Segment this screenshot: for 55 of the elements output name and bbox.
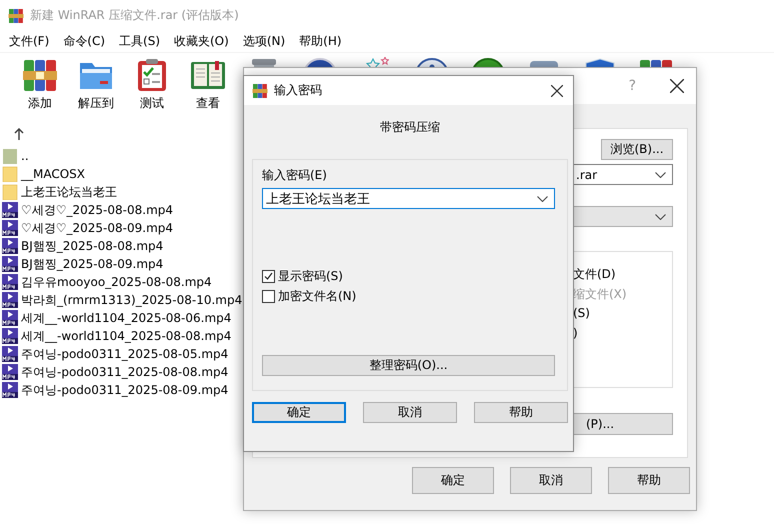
close-icon[interactable] [670,79,684,93]
option-label: 文件(D) [573,266,617,281]
file-name[interactable]: ♡세경♡_2025-08-08.mp4 [21,202,174,218]
menu-item[interactable]: 收藏夹(O) [167,33,236,50]
winrar-icon [8,8,24,24]
menu-item[interactable]: 选项(N) [236,33,292,50]
up-arrow-icon[interactable] [14,128,24,140]
file-name[interactable]: 주여닝-podo0311_2025-08-08.mp4 [21,364,228,380]
file-name[interactable]: BJ햄찡_2025-08-08.mp4 [21,238,164,254]
file-name[interactable]: BJ햄찡_2025-08-09.mp4 [21,256,164,272]
menu-item[interactable]: 工具(S) [112,33,167,50]
file-name[interactable]: ♡세경♡_2025-08-09.mp4 [21,220,174,236]
folder-icon [2,166,18,182]
file-name[interactable]: 上老王论坛当老王 [21,184,117,200]
file-name[interactable]: 주여닝-podo0311_2025-08-05.mp4 [21,346,228,362]
dialog-button[interactable]: 帮助 [474,402,568,423]
dialog-button[interactable]: 确定 [412,467,494,494]
checkbox[interactable] [262,270,275,283]
option-label: ) [573,326,579,341]
file-name[interactable]: __MACOSX [21,167,86,181]
toolbar-button[interactable]: 添加 [16,57,64,112]
file-name[interactable]: 박라희_(rmrm1313)_2025-08-10.mp4 [21,292,242,308]
menu-item[interactable]: 文件(F) [2,33,56,50]
checkbox[interactable] [262,290,275,303]
archive-name-combo[interactable]: .rar [573,164,673,185]
parent-folder-icon [2,148,18,164]
toolbar-button[interactable]: 查看 [184,57,232,112]
checkbox-label[interactable]: 加密文件名(N) [278,288,356,305]
dialog-button[interactable]: 取消 [510,467,592,494]
checkbox-label[interactable]: 显示密码(S) [278,268,343,285]
dialog-button[interactable]: 帮助 [608,467,690,494]
close-icon[interactable] [551,84,563,96]
dialog-title: 输入密码 [274,82,322,99]
file-name[interactable]: .. [21,149,29,163]
dialog-button[interactable]: 确定 [252,402,346,423]
file-name[interactable]: 세계__-world1104_2025-08-08.mp4 [21,328,232,344]
window-title: 新建 WinRAR 压缩文件.rar (评估版本) [30,7,239,24]
toolbar-button[interactable]: 测试 [128,57,176,112]
password-field[interactable]: 上老王论坛当老王 [262,188,555,209]
file-name[interactable]: 주여닝-podo0311_2025-08-09.mp4 [21,382,228,398]
menu-item[interactable]: 命令(C) [56,33,112,50]
books-icon [22,57,58,93]
toolbar-button[interactable]: 解压到 [72,57,120,112]
option-label: (S) [573,306,591,321]
menu-item[interactable]: 帮助(H) [292,33,349,50]
organize-passwords-button[interactable]: 整理密码(O)... [262,355,555,376]
dialog-heading: 带密码压缩 [380,120,440,134]
password-button[interactable]: (P)... [573,413,673,435]
browse-button[interactable]: 浏览(B)... [601,139,673,160]
dialog-button[interactable]: 取消 [363,402,457,423]
file-name[interactable]: 김우유mooyoo_2025-08-08.mp4 [21,274,212,290]
folder-icon [2,184,18,200]
file-name[interactable]: 세계__-world1104_2025-08-06.mp4 [21,310,232,326]
winrar-icon [252,82,268,98]
field-label: 输入密码(E) [262,167,328,184]
